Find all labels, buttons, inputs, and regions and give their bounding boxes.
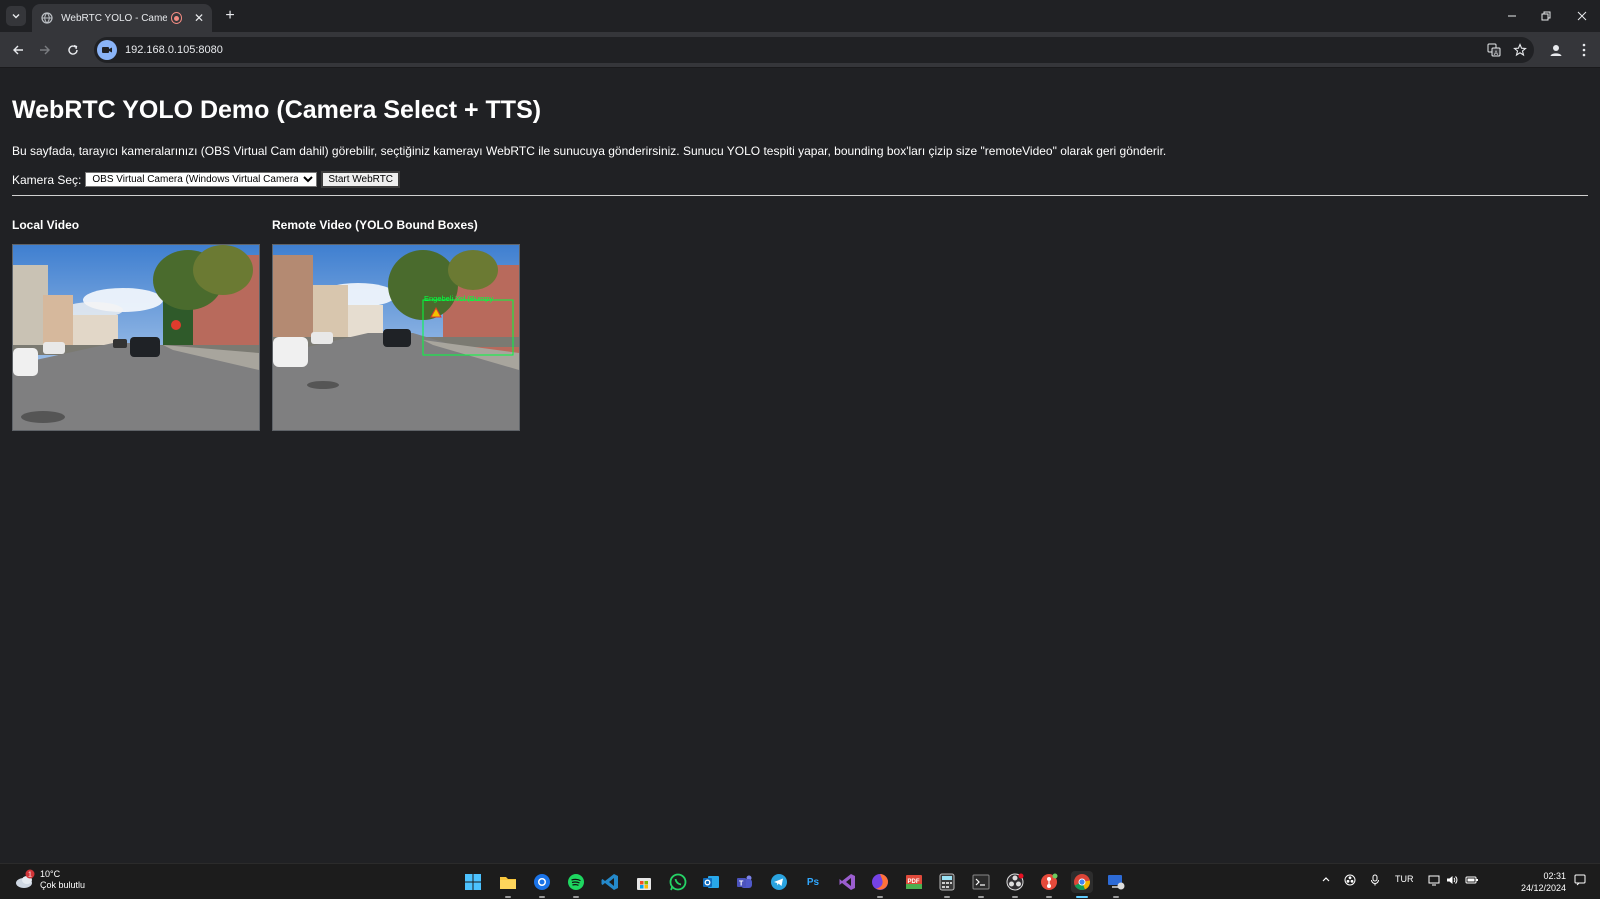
svg-text:A: A <box>1494 51 1498 57</box>
tab-strip: WebRTC YOLO - Camera Se ✕ + <box>0 0 1600 32</box>
page-content: WebRTC YOLO Demo (Camera Select + TTS) B… <box>0 68 1600 863</box>
new-tab-button[interactable]: + <box>220 6 240 26</box>
page-title: WebRTC YOLO Demo (Camera Select + TTS) <box>12 96 542 124</box>
teams-icon[interactable]: T <box>734 871 756 893</box>
back-button[interactable] <box>6 38 30 62</box>
restore-button[interactable] <box>1528 0 1564 32</box>
minimize-button[interactable] <box>1494 0 1530 32</box>
close-icon <box>1577 11 1587 21</box>
whatsapp-icon[interactable] <box>667 871 689 893</box>
camera-select-label: Kamera Seç: <box>12 172 82 187</box>
remote-video[interactable]: Engebeli Yol (Bumpy <box>272 244 520 431</box>
pdf-tool-icon[interactable]: PDF <box>903 871 925 893</box>
page-description: Bu sayfada, tarayıcı kameralarınızı (OBS… <box>12 144 1167 158</box>
profile-icon <box>1550 45 1562 56</box>
outlook-icon[interactable] <box>700 871 722 893</box>
clock-time: 02:31 <box>1543 871 1566 881</box>
telegram-icon[interactable] <box>768 871 790 893</box>
calculator-icon[interactable] <box>936 871 958 898</box>
git-client-icon[interactable] <box>1038 871 1060 898</box>
local-video-column: Local Video <box>12 218 260 431</box>
arrow-left-icon <box>13 45 23 55</box>
input-language[interactable]: TUR <box>1395 874 1414 884</box>
close-tab-icon[interactable]: ✕ <box>194 11 204 25</box>
network-icon[interactable] <box>1428 874 1440 888</box>
forward-button[interactable] <box>33 38 57 62</box>
battery-icon[interactable] <box>1465 874 1479 888</box>
start-webrtc-button[interactable]: Start WebRTC <box>321 171 401 188</box>
cloudy-weather-icon: 1 <box>14 869 36 891</box>
volume-icon[interactable] <box>1446 874 1458 888</box>
url-text[interactable]: 192.168.0.105:8080 <box>125 44 223 56</box>
recording-indicator-icon <box>170 12 182 24</box>
tab-title: WebRTC YOLO - Camera Se <box>61 12 167 24</box>
arrow-right-icon <box>40 45 50 55</box>
translate-icon[interactable]: A <box>1485 41 1503 59</box>
browser-toolbar: 192.168.0.105:8080 A <box>0 32 1600 68</box>
spotify-icon[interactable] <box>565 871 587 898</box>
clock-date: 24/12/2024 <box>1520 883 1566 893</box>
divider <box>12 195 1588 196</box>
photoshop-icon[interactable]: Ps <box>802 871 824 893</box>
restore-icon <box>1541 11 1551 21</box>
address-bar[interactable]: 192.168.0.105:8080 A <box>94 37 1534 63</box>
show-hidden-icons-button[interactable] <box>1321 874 1331 886</box>
vscode-icon[interactable] <box>599 871 621 893</box>
windows-taskbar: 1 10°C Çok bulutlu T Ps PDF TUR 02:31 24… <box>0 863 1600 899</box>
more-vert-icon <box>1582 43 1586 57</box>
notification-icon[interactable] <box>1574 874 1586 888</box>
close-window-button[interactable] <box>1564 0 1600 32</box>
camera-controls: Kamera Seç: OBS Virtual Camera (Windows … <box>12 171 1588 188</box>
chrome-icon[interactable] <box>1071 871 1093 898</box>
local-video[interactable] <box>12 244 260 431</box>
local-video-title: Local Video <box>12 218 80 232</box>
obs-tray-icon[interactable] <box>1344 874 1356 888</box>
browser-tab-active[interactable]: WebRTC YOLO - Camera Se ✕ <box>32 4 212 32</box>
visual-studio-icon[interactable] <box>836 871 858 893</box>
windows-start-icon[interactable] <box>462 871 484 893</box>
minimize-icon <box>1508 15 1516 17</box>
terminal-icon[interactable] <box>970 871 992 898</box>
microsoft-store-icon[interactable] <box>633 871 655 893</box>
globe-icon <box>40 11 53 25</box>
remote-desktop-icon[interactable] <box>1105 871 1127 898</box>
camera-select[interactable]: OBS Virtual Camera (Windows Virtual Came… <box>85 172 318 187</box>
browser-menu-button[interactable] <box>1572 38 1596 62</box>
svg-text:T: T <box>739 881 744 888</box>
obs-studio-icon[interactable] <box>1004 871 1026 898</box>
browser-app-icon[interactable] <box>531 871 553 898</box>
detection-label: Engebeli Yol (Bumpy <box>424 294 493 303</box>
firefox-icon[interactable] <box>869 871 891 898</box>
svg-text:1: 1 <box>28 872 32 879</box>
profile-button[interactable] <box>1544 38 1568 62</box>
system-clock[interactable]: 02:31 24/12/2024 <box>1521 870 1566 894</box>
bookmark-star-icon[interactable] <box>1511 41 1529 59</box>
remote-video-column: Remote Video (YOLO Bound Boxes) Engebeli… <box>272 218 520 431</box>
chevron-up-icon <box>1322 877 1330 882</box>
camera-in-use-icon[interactable] <box>97 40 117 60</box>
chevron-down-icon <box>12 14 20 19</box>
file-explorer-icon[interactable] <box>497 871 519 898</box>
weather-desc: Çok bulutlu <box>40 880 86 890</box>
weather-temp: 10°C <box>40 869 61 879</box>
reload-button[interactable] <box>61 38 85 62</box>
video-area: Local Video Remote Video (YOLO Bound Box… <box>12 218 1588 431</box>
weather-widget[interactable]: 1 10°C Çok bulutlu <box>14 869 85 891</box>
microphone-icon[interactable] <box>1370 874 1380 888</box>
reload-icon <box>68 44 78 55</box>
remote-video-title: Remote Video (YOLO Bound Boxes) <box>272 218 478 232</box>
tab-search-button[interactable] <box>6 6 26 26</box>
